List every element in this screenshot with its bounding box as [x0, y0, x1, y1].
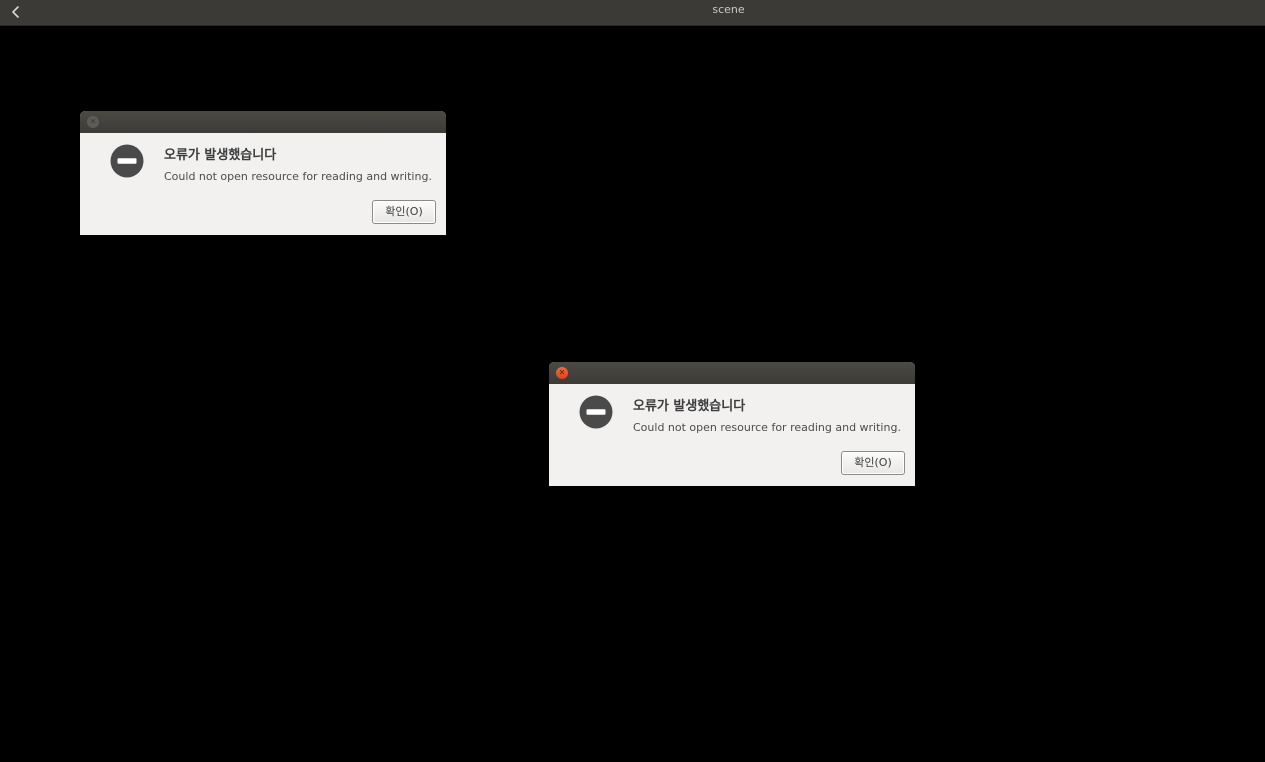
dialog-heading: 오류가 발생했습니다 — [633, 399, 746, 414]
error-icon — [579, 395, 613, 429]
error-icon — [110, 144, 144, 178]
window-title: scene — [712, 3, 745, 16]
dialog-message: Could not open resource for reading and … — [633, 421, 901, 434]
ok-button[interactable]: 확인(O) — [372, 200, 436, 224]
dialog-heading: 오류가 발생했습니다 — [164, 148, 277, 163]
ok-button[interactable]: 확인(O) — [841, 451, 905, 475]
dialog-message: Could not open resource for reading and … — [164, 170, 432, 183]
error-dialog-inactive: ✕ 오류가 발생했습니다 Could not open resource for… — [80, 111, 446, 235]
close-icon: ✕ — [89, 117, 97, 126]
close-icon: ✕ — [558, 368, 566, 377]
close-button[interactable]: ✕ — [87, 116, 99, 128]
dialog-titlebar: ✕ — [80, 111, 446, 133]
window-titlebar: scene — [0, 0, 1265, 26]
error-dialog-active: ✕ 오류가 발생했습니다 Could not open resource for… — [549, 362, 915, 486]
dialog-titlebar: ✕ — [549, 362, 915, 384]
close-button[interactable]: ✕ — [556, 367, 568, 379]
